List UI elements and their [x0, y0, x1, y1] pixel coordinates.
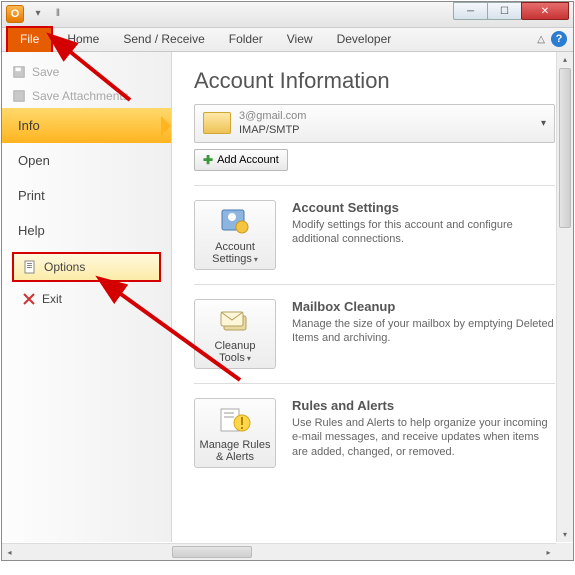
- minimize-button[interactable]: ─: [453, 2, 488, 20]
- tab-view[interactable]: View: [275, 28, 325, 51]
- separator: [194, 185, 555, 186]
- cleanup-tools-button[interactable]: Cleanup Tools▾: [194, 299, 276, 369]
- scroll-thumb[interactable]: [559, 68, 571, 228]
- cleanup-tools-row: Cleanup Tools▾ Mailbox Cleanup Manage th…: [194, 299, 555, 369]
- backstage-sidebar: Save Save Attachments Info Open Print He…: [2, 52, 172, 542]
- account-settings-desc: Modify settings for this account and con…: [292, 218, 555, 248]
- minimize-ribbon-icon[interactable]: △: [537, 34, 545, 45]
- window-controls: ─ ☐ ✕: [454, 2, 569, 20]
- account-text: 3@gmail.com IMAP/SMTP: [239, 109, 541, 138]
- tab-home[interactable]: Home: [55, 28, 111, 51]
- cleanup-tools-icon: [218, 306, 252, 336]
- chevron-down-icon: ▾: [247, 354, 251, 363]
- sidebar-save: Save: [2, 60, 171, 84]
- separator: [194, 284, 555, 285]
- scroll-right-icon[interactable]: ▸: [541, 544, 556, 560]
- sidebar-help[interactable]: Help: [2, 213, 171, 248]
- backstage: Save Save Attachments Info Open Print He…: [2, 52, 573, 542]
- chevron-down-icon[interactable]: ▾: [541, 118, 546, 129]
- titlebar: O ▾ ‖ ─ ☐ ✕: [2, 2, 573, 28]
- rules-alerts-icon: [218, 405, 252, 435]
- tab-file[interactable]: File: [6, 26, 53, 52]
- scroll-corner: [556, 543, 573, 560]
- close-button[interactable]: ✕: [521, 2, 569, 20]
- account-selector[interactable]: 3@gmail.com IMAP/SMTP ▾: [194, 104, 555, 143]
- separator: [194, 383, 555, 384]
- app-icon: O: [6, 5, 24, 23]
- horizontal-scrollbar[interactable]: ◂ ▸: [2, 543, 556, 560]
- tab-send-receive[interactable]: Send / Receive: [111, 28, 216, 51]
- app-window: O ▾ ‖ ─ ☐ ✕ File Home Send / Receive Fol…: [1, 1, 574, 561]
- rules-alerts-title: Rules and Alerts: [292, 398, 555, 413]
- sidebar-options[interactable]: Options: [12, 252, 161, 282]
- sidebar-exit[interactable]: Exit: [12, 286, 161, 312]
- account-icon: [203, 112, 231, 134]
- sidebar-open[interactable]: Open: [2, 143, 171, 178]
- scroll-up-icon[interactable]: ▴: [557, 52, 573, 67]
- vertical-scrollbar[interactable]: ▴ ▾: [556, 52, 573, 542]
- account-settings-title: Account Settings: [292, 200, 555, 215]
- rules-alerts-row: Manage Rules & Alerts Rules and Alerts U…: [194, 398, 555, 468]
- qat-separator: ‖: [50, 5, 66, 21]
- account-settings-button[interactable]: Account Settings▾: [194, 200, 276, 270]
- chevron-down-icon: ▾: [254, 255, 258, 264]
- page-title: Account Information: [194, 68, 555, 94]
- ribbon-tabs: File Home Send / Receive Folder View Dev…: [2, 28, 573, 52]
- exit-icon: [22, 292, 36, 306]
- manage-rules-button[interactable]: Manage Rules & Alerts: [194, 398, 276, 468]
- add-account-button[interactable]: ✚ Add Account: [194, 149, 288, 171]
- quick-access-toolbar: ▾ ‖: [30, 5, 66, 21]
- mailbox-cleanup-desc: Manage the size of your mailbox by empty…: [292, 317, 555, 347]
- tab-folder[interactable]: Folder: [217, 28, 275, 51]
- sidebar-info[interactable]: Info: [2, 108, 171, 143]
- rules-alerts-desc: Use Rules and Alerts to help organize yo…: [292, 416, 555, 461]
- scroll-down-icon[interactable]: ▾: [557, 527, 573, 542]
- maximize-button[interactable]: ☐: [487, 2, 522, 20]
- sidebar-print[interactable]: Print: [2, 178, 171, 213]
- scroll-left-icon[interactable]: ◂: [2, 544, 17, 560]
- save-attachments-icon: [12, 89, 26, 103]
- backstage-main: Account Information 3@gmail.com IMAP/SMT…: [172, 52, 573, 542]
- scroll-thumb[interactable]: [172, 546, 252, 558]
- account-settings-row: Account Settings▾ Account Settings Modif…: [194, 200, 555, 270]
- plus-icon: ✚: [203, 153, 213, 167]
- sidebar-save-attachments: Save Attachments: [2, 84, 171, 108]
- tab-developer[interactable]: Developer: [325, 28, 404, 51]
- save-icon: [12, 65, 26, 79]
- options-icon: [24, 260, 38, 274]
- account-settings-icon: [218, 207, 252, 237]
- qat-dropdown-icon[interactable]: ▾: [30, 5, 46, 21]
- mailbox-cleanup-title: Mailbox Cleanup: [292, 299, 555, 314]
- help-icon[interactable]: ?: [551, 31, 567, 47]
